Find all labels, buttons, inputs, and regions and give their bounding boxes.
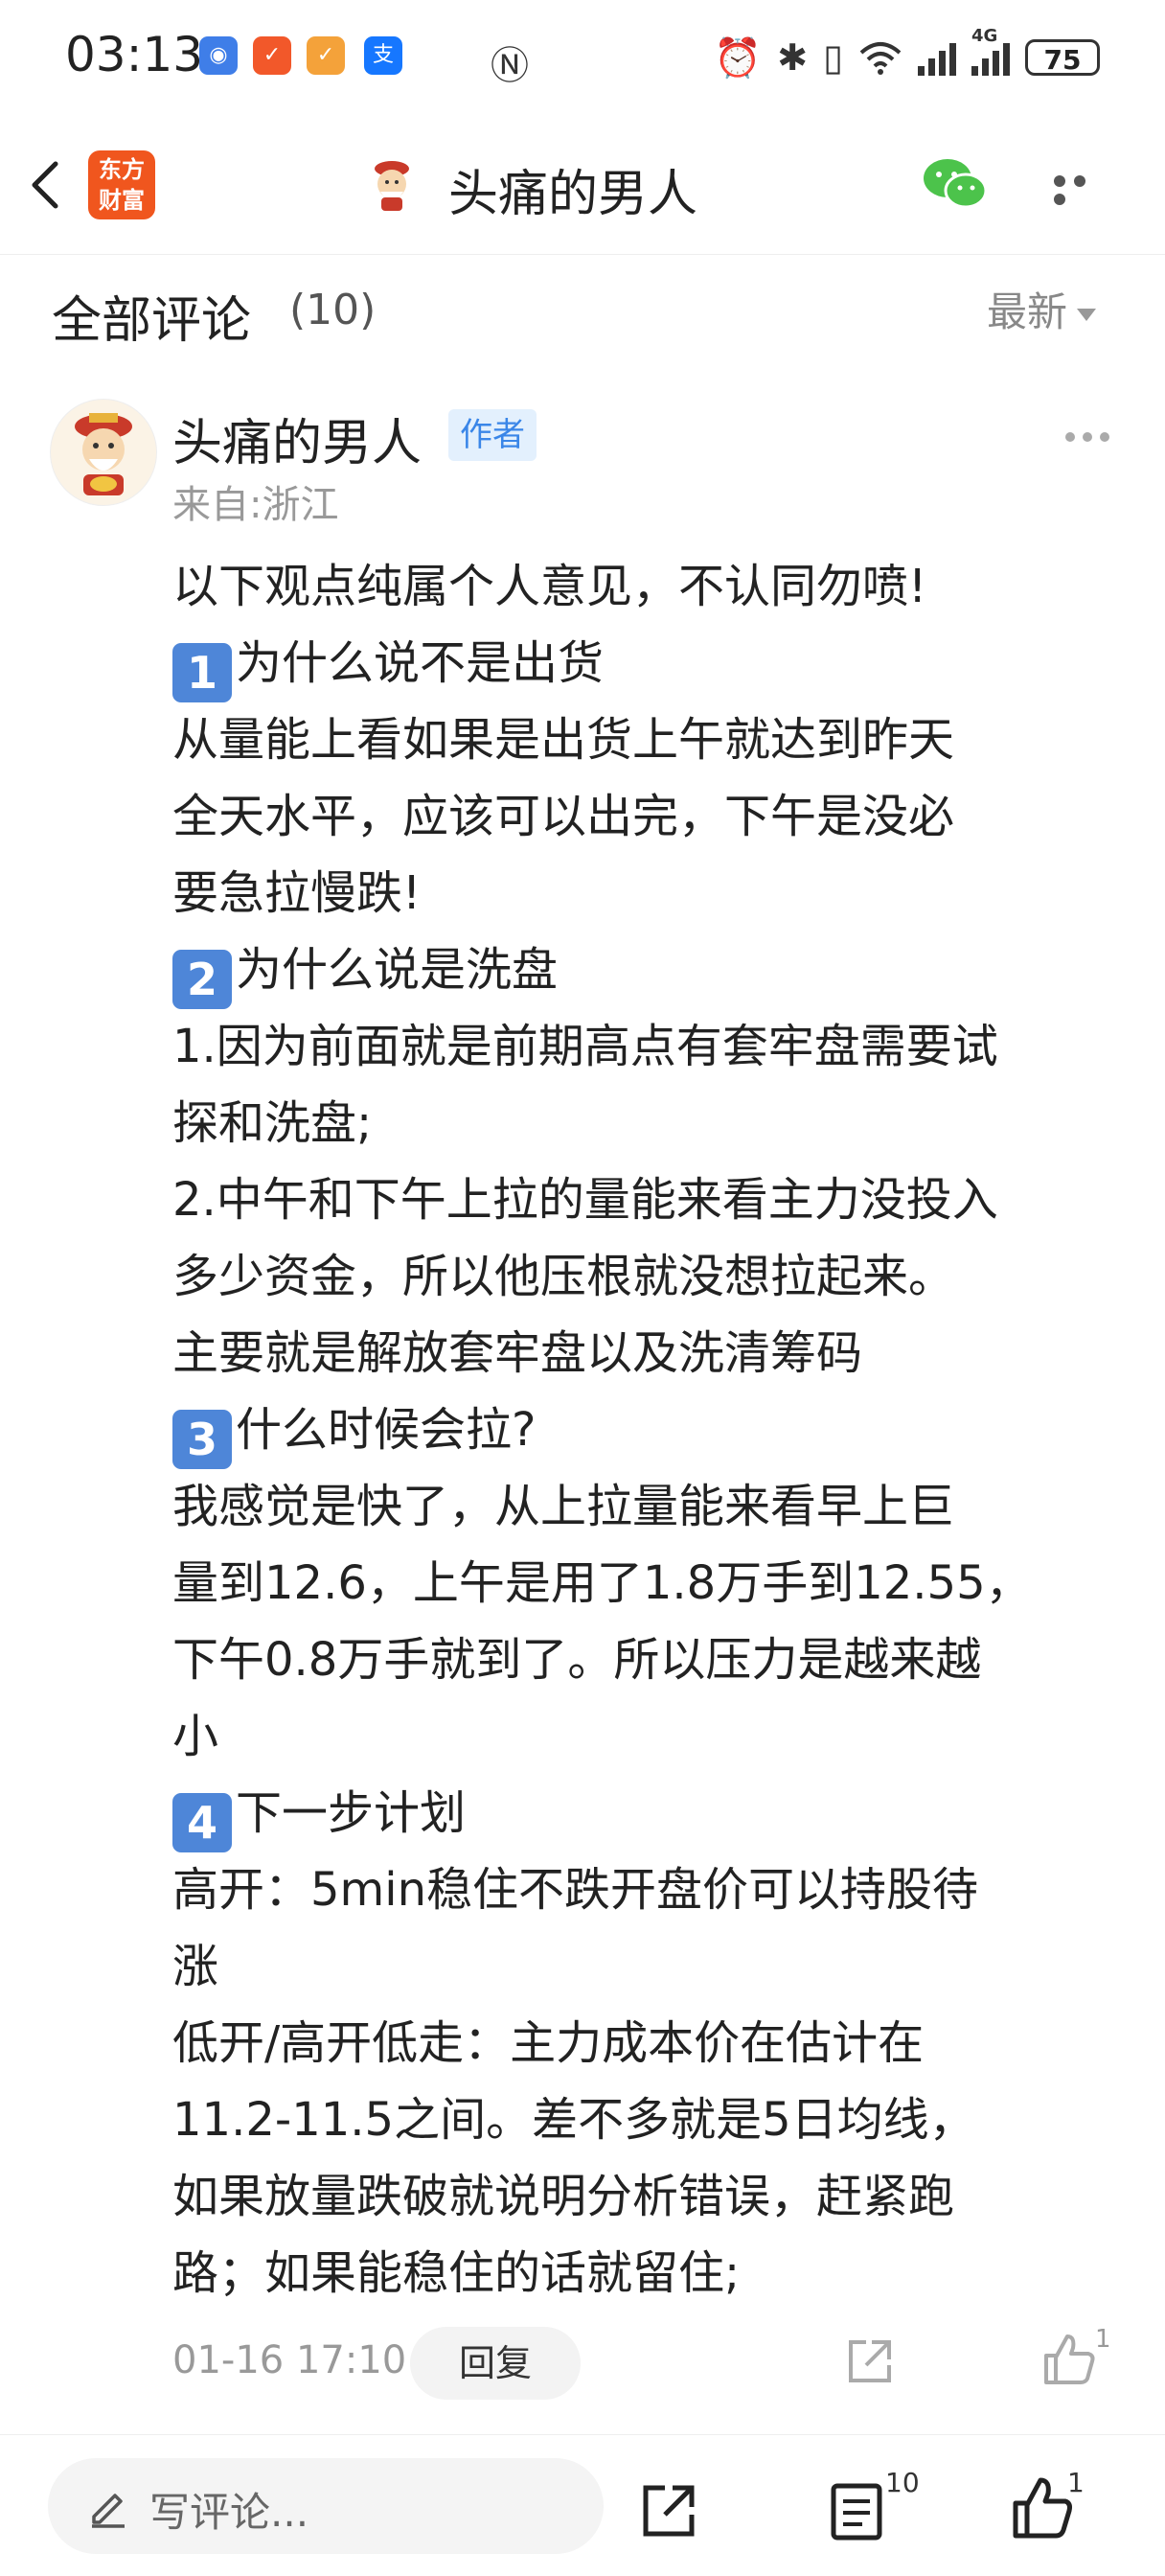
back-button[interactable] — [21, 158, 75, 212]
signal-icon — [918, 39, 956, 76]
number-badge-icon: 1 — [172, 643, 232, 702]
alarm-icon: ⏰ — [714, 35, 763, 80]
battery-icon: 75 — [1025, 39, 1100, 76]
comment-text: 2.中午和下午上拉的量能来看主力没投入 — [172, 1173, 998, 1227]
comment-like-icon[interactable] — [1040, 2331, 1098, 2388]
comment-share-icon[interactable] — [843, 2334, 897, 2388]
comment-text-line: 下午0.8万手就到了。所以压力是越来越 — [172, 1622, 1131, 1698]
comment-text: 探和洗盘; — [172, 1096, 373, 1150]
comments-title: 全部评论 — [52, 292, 252, 350]
wechat-share-icon[interactable] — [922, 155, 989, 213]
comment-text-line: 4 下一步计划 — [172, 1775, 1131, 1852]
share-icon[interactable] — [638, 2480, 699, 2542]
comment-text: 量到12.6，上午是用了1.8万手到12.55， — [172, 1556, 1032, 1610]
comment-text: 小 — [172, 1710, 219, 1763]
comment-like-count: 1 — [1095, 2325, 1111, 2354]
comment-text: 为什么说是洗盘 — [236, 943, 559, 997]
nfc-icon: Ⓝ — [491, 44, 529, 88]
chevron-down-icon — [1077, 309, 1097, 321]
comment-text-line: 主要就是解放套牢盘以及洗清筹码 — [172, 1315, 1131, 1392]
status-right: ⏰ ✱ ▯ 4G 75 — [714, 26, 1100, 86]
comment-count-badge: 10 — [885, 2467, 920, 2498]
comment-text-line: 以下观点纯属个人意见，不认同勿喷! — [172, 548, 1131, 625]
comment-time: 01-16 17:10 — [172, 2338, 407, 2382]
comment-text-line: 多少资金，所以他压根就没想拉起来。 — [172, 1238, 1131, 1315]
comment-text-line: 2 为什么说是洗盘 — [172, 932, 1131, 1009]
like-count-badge: 1 — [1067, 2467, 1085, 2498]
comment-text-line: 小 — [172, 1698, 1131, 1775]
app-blue-icon: ◉ — [199, 36, 238, 75]
number-badge-icon: 3 — [172, 1410, 232, 1469]
app-orange2-icon: ✓ — [307, 36, 345, 75]
sort-dropdown[interactable]: 最新 — [987, 280, 1097, 338]
comment-input[interactable] — [48, 2458, 604, 2554]
sort-label: 最新 — [987, 288, 1068, 335]
comment-text-line: 如果放量跌破就说明分析错误，赶紧跑 — [172, 2158, 1131, 2235]
logo-line2: 财富 — [99, 187, 145, 214]
status-bar: 03:13 ◉ ✓ ✓ 支 Ⓝ ⏰ ✱ ▯ 4G 75 — [0, 0, 1165, 115]
nav-bar: 东方 财富 头痛的男人 — [0, 115, 1165, 255]
comment-location: 来自:浙江 — [172, 483, 339, 527]
comment-text-line: 2.中午和下午上拉的量能来看主力没投入 — [172, 1162, 1131, 1238]
network-label: 4G — [971, 26, 998, 46]
comment-text-line: 探和洗盘; — [172, 1085, 1131, 1162]
comment-text: 从量能上看如果是出货上午就达到昨天 — [172, 713, 955, 767]
comment-text: 11.2-11.5之间。差不多就是5日均线， — [172, 2093, 975, 2147]
comment-text-line: 要急拉慢跌! — [172, 855, 1131, 932]
comment-more-icon[interactable] — [1065, 427, 1117, 446]
comment-text: 为什么说不是出货 — [236, 636, 605, 690]
comment-text-line: 高开：5min稳住不跌开盘价可以持股待 — [172, 1852, 1131, 1928]
app-orange-icon: ✓ — [253, 36, 291, 75]
vibrate-icon: ▯ — [823, 36, 843, 79]
comment-text-line: 从量能上看如果是出货上午就达到昨天 — [172, 702, 1131, 778]
comment-user-name[interactable]: 头痛的男人 — [172, 402, 422, 474]
comment-text-line: 3 什么时候会拉? — [172, 1392, 1131, 1469]
like-icon[interactable] — [1010, 2474, 1075, 2542]
comment-text-line: 全天水平，应该可以出完，下午是没必 — [172, 778, 1131, 855]
comment-text-line: 我感觉是快了，从上拉量能来看早上巨 — [172, 1468, 1131, 1545]
comment-text: 涨 — [172, 1940, 219, 1993]
comment-text-line: 低开/高开低走：主力成本价在估计在 — [172, 2005, 1131, 2082]
comments-count: (10) — [289, 286, 377, 334]
comment-text: 我感觉是快了，从上拉量能来看早上巨 — [172, 1480, 955, 1533]
app-logo[interactable]: 东方 财富 — [88, 150, 155, 219]
number-badge-icon: 4 — [172, 1793, 232, 1852]
comment-text: 路；如果能稳住的话就留住; — [172, 2246, 741, 2300]
comment-body: 以下观点纯属个人意见，不认同勿喷! 1 为什么说不是出货从量能上看如果是出货上午就达… — [172, 548, 1131, 2312]
comment-text: 下午0.8万手就到了。所以压力是越来越 — [172, 1633, 982, 1687]
comment-text: 多少资金，所以他压根就没想拉起来。 — [172, 1250, 955, 1303]
comment-text: 如果放量跌破就说明分析错误，赶紧跑 — [172, 2170, 955, 2223]
comment-text: 1.因为前面就是前期高点有套牢盘需要试 — [172, 1020, 998, 1073]
number-badge-icon: 2 — [172, 950, 232, 1009]
author-badge: 作者 — [448, 409, 537, 461]
nav-title: 头痛的男人 — [448, 166, 698, 223]
comment-text-line: 涨 — [172, 1928, 1131, 2005]
status-time: 03:13 — [65, 27, 204, 82]
comment-text-line: 11.2-11.5之间。差不多就是5日均线， — [172, 2082, 1131, 2158]
nav-avatar-icon — [375, 161, 409, 211]
comment-text: 以下观点纯属个人意见，不认同勿喷! — [172, 560, 927, 613]
comment-text: 高开：5min稳住不跌开盘价可以持股待 — [172, 1863, 979, 1917]
avatar[interactable] — [50, 399, 157, 506]
comment-text: 要急拉慢跌! — [172, 866, 422, 920]
comment-text: 下一步计划 — [236, 1786, 467, 1840]
logo-line1: 东方 — [99, 156, 145, 183]
comment-text: 什么时候会拉? — [236, 1403, 537, 1457]
pen-icon — [92, 2494, 125, 2528]
comment-list-icon[interactable] — [828, 2482, 885, 2542]
bluetooth-icon: ✱ — [777, 36, 809, 79]
comment-text: 全天水平，应该可以出完，下午是没必 — [172, 790, 955, 843]
comment-text-line: 路；如果能稳住的话就留住; — [172, 2235, 1131, 2312]
comment-text-line: 1.因为前面就是前期高点有套牢盘需要试 — [172, 1008, 1131, 1085]
reply-button[interactable]: 回复 — [410, 2327, 581, 2400]
comment-text-line: 1 为什么说不是出货 — [172, 625, 1131, 702]
alipay-icon: 支 — [364, 36, 402, 75]
wifi-icon — [859, 42, 902, 75]
comment-text: 低开/高开低走：主力成本价在估计在 — [172, 2016, 925, 2070]
comment-text-line: 量到12.6，上午是用了1.8万手到12.55， — [172, 1545, 1131, 1622]
comment-text: 主要就是解放套牢盘以及洗清筹码 — [172, 1326, 863, 1380]
more-options-icon[interactable] — [1054, 172, 1113, 205]
comment-input-placeholder[interactable]: 写评论... — [149, 2480, 308, 2539]
signal-4g-icon: 4G — [971, 26, 1010, 76]
